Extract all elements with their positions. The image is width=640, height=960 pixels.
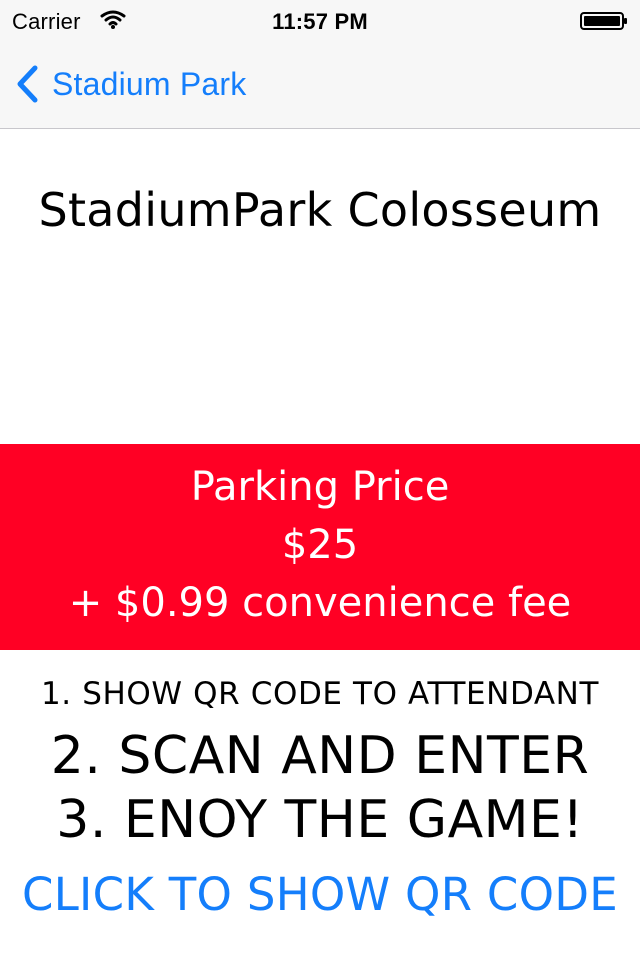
instruction-step-three: 3. ENOY THE GAME! — [56, 790, 584, 850]
back-button[interactable]: Stadium Park — [14, 62, 246, 106]
instruction-step-two: 2. SCAN AND ENTER — [50, 726, 590, 786]
parking-price: $25 — [281, 522, 359, 568]
battery-icon — [580, 12, 627, 30]
status-bar: Carrier 11:57 PM — [0, 0, 640, 40]
show-qr-code-link[interactable]: CLICK TO SHOW QR CODE — [0, 863, 640, 927]
parking-detail-screen: Carrier 11:57 PM Stadium Park StadiumPar… — [0, 0, 640, 960]
status-time: 11:57 PM — [272, 9, 368, 34]
convenience-fee: + $0.99 convenience fee — [68, 580, 572, 626]
navigation-bar: Stadium Park — [0, 40, 640, 129]
back-button-label: Stadium Park — [52, 66, 247, 102]
parking-price-panel: Parking Price $25 + $0.99 convenience fe… — [0, 444, 640, 650]
venue-title: StadiumPark Colosseum — [38, 183, 602, 237]
chevron-left-icon — [17, 65, 38, 103]
instruction-step-one: 1. SHOW QR CODE TO ATTENDANT — [40, 676, 600, 712]
price-heading: Parking Price — [190, 464, 450, 510]
